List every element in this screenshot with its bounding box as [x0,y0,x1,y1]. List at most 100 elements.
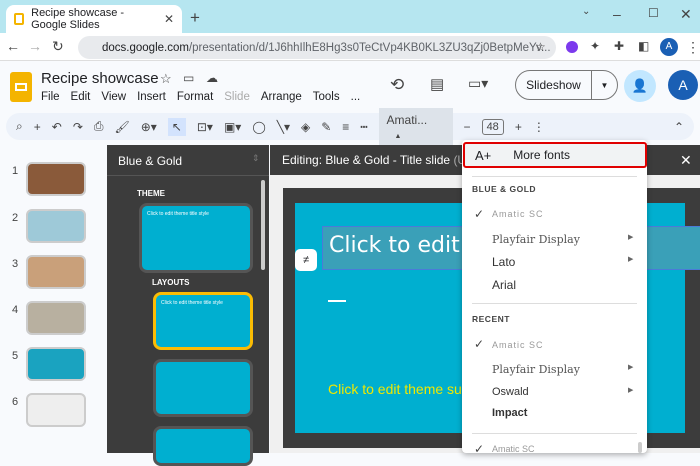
subtitle-placeholder[interactable]: Click to edit theme subt [328,381,474,397]
font-item[interactable]: Amatic SC [492,209,544,219]
shape-icon[interactable]: ◯ [252,120,265,134]
document-title[interactable]: Recipe showcase [41,70,159,87]
font-item[interactable]: Amatic SC [492,340,544,350]
forward-icon[interactable]: → [28,38,42,54]
slide-thumbnail[interactable] [26,209,86,243]
font-item[interactable]: Playfair Display [492,233,580,246]
menu-scrollbar[interactable] [638,442,642,453]
border-weight-icon[interactable]: ≡ [342,120,349,134]
menu-slide[interactable]: Slide [224,91,250,103]
menu-file[interactable]: File [41,91,60,103]
share-add-person-icon[interactable]: 👤 [624,70,656,102]
font-item[interactable]: Oswald [492,386,529,398]
thumb-title: Click to edit theme title style [161,300,223,306]
menu-view[interactable]: View [101,91,126,103]
menu-more[interactable]: ... [351,91,361,103]
menu-format[interactable]: Format [177,91,213,103]
font-dropdown-menu: A+ More fonts BLUE & GOLD ✓ Amatic SC Pl… [462,140,647,456]
account-avatar[interactable]: A [668,70,698,100]
more-menu-icon[interactable]: ⋮ [686,39,700,56]
layout-thumbnail[interactable] [153,359,253,417]
search-menus-icon[interactable]: ⌕ [16,119,23,134]
font-item[interactable]: Impact [492,407,527,419]
extensions-puzzle-icon[interactable]: ✚ [614,39,624,53]
slide-filmstrip: 1 2 3 4 5 6 [0,145,105,453]
extension-icon[interactable]: ✦ [590,39,600,53]
text-box-icon[interactable]: ⊡▾ [197,120,213,134]
app-header: Recipe showcase ☆ ▭ ☁ File Edit View Ins… [0,62,700,112]
collapse-toolbar-icon[interactable]: ⌃ [674,120,684,134]
undo-icon[interactable]: ↶ [52,120,62,134]
url-input[interactable]: docs.google.com/presentation/d/1J6hhIlhE… [78,36,556,59]
bookmark-star-icon[interactable]: ☆ [535,40,546,54]
browser-tab[interactable]: Recipe showcase - Google Slides ✕ [6,5,182,33]
border-dash-icon[interactable]: ┅ [360,120,367,134]
menu-tools[interactable]: Tools [313,91,340,103]
border-color-icon[interactable]: ✎ [321,120,331,134]
slides-favicon-icon [14,13,25,25]
insert-image-icon[interactable]: ▣▾ [224,120,241,134]
slide-thumbnail[interactable] [26,301,86,335]
more-fonts-item[interactable]: A+ More fonts [463,142,647,168]
font-item[interactable]: Playfair Display [492,363,580,376]
redo-icon[interactable]: ↷ [73,120,83,134]
theme-label: THEME [137,189,165,198]
menu-arrange[interactable]: Arrange [261,91,302,103]
panel-scrollbar[interactable] [261,180,265,270]
comments-icon[interactable]: ▤ [430,75,444,93]
minimize-icon[interactable]: – [613,6,621,22]
fill-color-icon[interactable]: ◈ [301,120,310,134]
font-size-input[interactable]: 48 [481,118,504,135]
close-editor-icon[interactable]: ✕ [680,152,692,169]
slide-thumbnail[interactable] [26,393,86,427]
slides-logo-icon [10,72,32,102]
version-history-icon[interactable]: ⟲ [390,75,404,95]
slide-number: 6 [12,396,19,408]
section-recent: RECENT [472,314,510,324]
increase-font-size-icon[interactable]: + [515,120,522,134]
close-window-icon[interactable]: ✕ [680,6,692,23]
font-item[interactable]: Lato [492,255,515,269]
back-icon[interactable]: ← [6,38,20,54]
submenu-arrow-icon: ▶ [628,364,634,371]
font-item[interactable]: Arial [492,278,516,292]
url-path: /presentation/d/1J6hhIlhE8Hg3s0TeCtVp4KB… [188,41,551,54]
new-tab-icon[interactable]: + [190,8,200,28]
autofit-icon[interactable]: ≠ [295,249,317,271]
more-options-icon[interactable]: ⋮ [533,120,545,134]
print-icon[interactable]: ⎙ [94,119,104,134]
layout-thumbnail[interactable] [153,426,253,466]
side-panel-icon[interactable]: ◧ [638,39,649,53]
new-slide-icon[interactable]: + [34,120,41,134]
decrease-font-size-icon[interactable]: − [464,120,471,134]
slideshow-button[interactable]: Slideshow [516,71,592,99]
line-icon[interactable]: ╲▾ [277,120,290,134]
star-icon[interactable]: ☆ [160,71,172,87]
font-family-select[interactable]: Amati... ▲ [378,107,453,146]
menu-insert[interactable]: Insert [137,91,166,103]
check-icon: ✓ [474,207,485,221]
slide-number: 5 [12,350,19,362]
slide-thumbnail[interactable] [26,347,86,381]
slide-thumbnail[interactable] [26,162,86,196]
move-folder-icon[interactable]: ▭ [183,71,194,85]
theme-sort-icon[interactable]: ⇕ [252,153,260,164]
slide-thumbnail[interactable] [26,255,86,289]
thumb-title: Click to edit theme title style [147,211,209,217]
slideshow-options-icon[interactable]: ▼ [592,81,617,90]
zoom-icon[interactable]: ⊕▾ [141,120,157,134]
profile-avatar[interactable]: A [660,38,678,56]
tab-search-icon[interactable]: ⌄ [582,6,590,17]
paint-format-icon[interactable]: 🖌 [114,120,129,134]
menu-edit[interactable]: Edit [71,91,91,103]
cloud-saved-icon[interactable]: ☁ [206,71,218,85]
close-tab-icon[interactable]: ✕ [164,12,174,26]
layout-thumbnail-selected[interactable]: Click to edit theme title style [153,292,253,350]
submenu-arrow-icon: ▶ [628,256,634,263]
theme-master-thumbnail[interactable]: Click to edit theme title style [139,203,253,273]
maximize-icon[interactable]: ☐ [648,6,659,20]
reload-icon[interactable]: ↻ [52,38,64,55]
extension-icon[interactable] [566,41,578,53]
meet-video-icon[interactable]: ▭▾ [468,75,488,92]
select-icon[interactable]: ↖ [167,117,186,136]
